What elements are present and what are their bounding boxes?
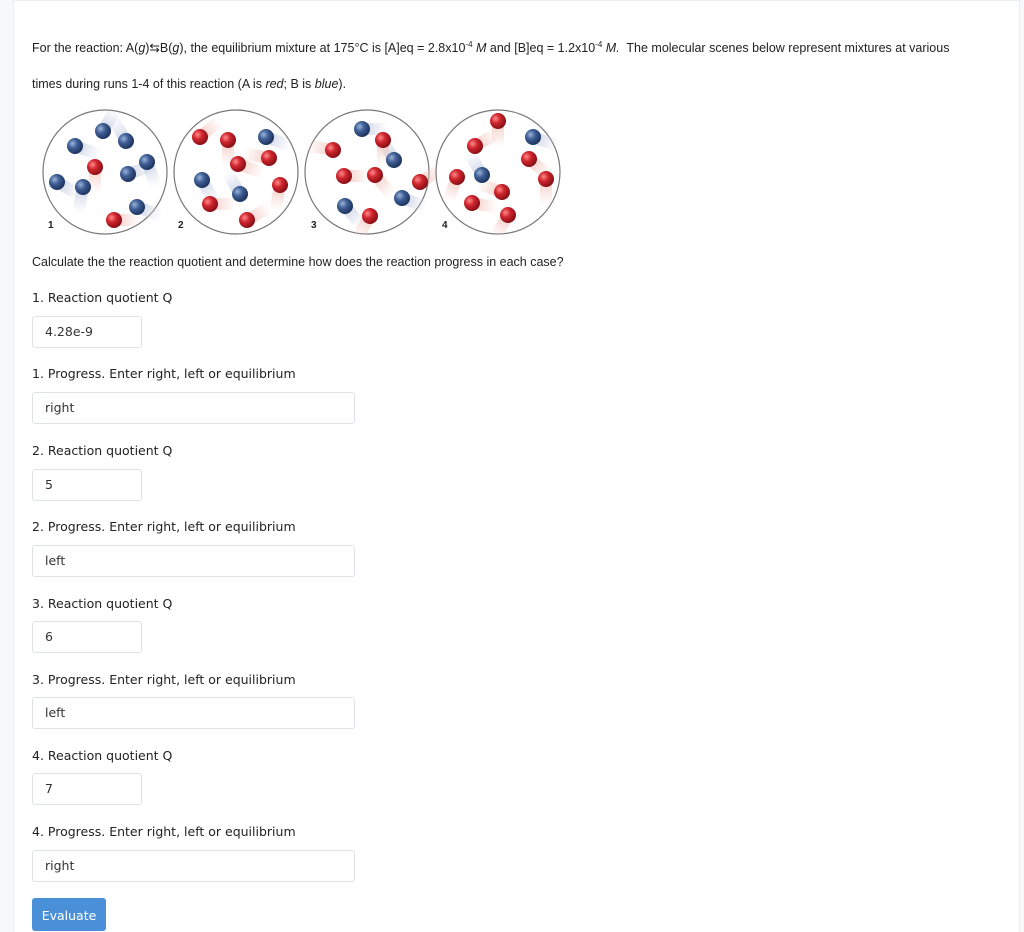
intro-text: times during runs 1-4 of this reaction (… <box>32 77 266 91</box>
quotient-input-2[interactable]: 5 <box>32 469 142 501</box>
molecule-B-blue <box>194 172 210 188</box>
instruction-text: Calculate the the reaction quotient and … <box>32 255 564 269</box>
molecule-A-red <box>192 129 208 145</box>
evaluate-button[interactable]: Evaluate <box>32 898 106 931</box>
molecule-A-red <box>464 195 480 211</box>
molecule-B-blue <box>258 129 274 145</box>
molecule-B-blue <box>525 129 541 145</box>
scene-4: 4 <box>435 109 561 235</box>
exponent: -4 <box>465 40 473 49</box>
quotient-label-4: 4. Reaction quotient Q <box>32 748 173 763</box>
molecule-B-blue <box>95 123 111 139</box>
progress-input-4[interactable]: right <box>32 850 355 882</box>
molecule-B-blue <box>354 121 370 137</box>
molecule-A-red <box>261 150 277 166</box>
scene-label: 4 <box>442 220 448 231</box>
molecule-B-blue <box>75 179 91 195</box>
intro-text: ). <box>338 77 347 91</box>
scene-1: 1 <box>42 105 168 235</box>
molecule-B-blue <box>129 199 145 215</box>
molecule-A-red <box>362 208 378 224</box>
quotient-input-4[interactable]: 7 <box>32 773 142 805</box>
scene-label: 1 <box>48 220 54 231</box>
molecule-B-blue <box>386 152 402 168</box>
equilibrium-arrow: )⇆B( <box>145 41 173 55</box>
molecular-scenes-figure: 1 2 3 4 <box>42 105 561 235</box>
progress-label-2: 2. Progress. Enter right, left or equili… <box>32 519 296 534</box>
progress-label-1: 1. Progress. Enter right, left or equili… <box>32 366 296 381</box>
scene-label: 3 <box>311 220 317 231</box>
molecule-A-red <box>521 151 537 167</box>
molecule-B-blue <box>394 190 410 206</box>
molecule-A-red <box>239 212 255 228</box>
molecule-A-red <box>325 142 341 158</box>
scene-2: 2 <box>173 109 299 235</box>
unit: M <box>472 41 487 55</box>
scene-container-circle <box>173 109 299 235</box>
molecule-A-red <box>467 138 483 154</box>
top-border <box>13 0 1020 1</box>
intro-text: red <box>265 77 284 91</box>
molecule-A-red <box>500 207 516 223</box>
quotient-input-1[interactable]: 4.28e-9 <box>32 316 142 348</box>
molecule-B-blue <box>67 138 83 154</box>
molecule-B-blue <box>232 186 248 202</box>
progress-input-3[interactable]: left <box>32 697 355 729</box>
molecule-B-blue <box>49 174 65 190</box>
molecule-A-red <box>449 169 465 185</box>
molecule-B-blue <box>474 167 490 183</box>
quotient-label-2: 2. Reaction quotient Q <box>32 443 173 458</box>
molecule-A-red <box>202 196 218 212</box>
intro-text: ; B is <box>283 77 315 91</box>
molecule-A-red <box>106 212 122 228</box>
molecule-A-red <box>375 132 391 148</box>
molecule-A-red <box>490 113 506 129</box>
scene-label: 2 <box>178 220 184 231</box>
unit: M. <box>602 41 620 55</box>
progress-input-1[interactable]: right <box>32 392 355 424</box>
question-intro: For the reaction: A(g)⇆B(g), the equilib… <box>32 30 992 102</box>
right-gutter <box>1019 0 1024 932</box>
molecule-B-blue <box>139 154 155 170</box>
molecule-A-red <box>538 171 554 187</box>
molecule-A-red <box>272 177 288 193</box>
quotient-input-3[interactable]: 6 <box>32 621 142 653</box>
intro-text: ), the equilibrium mixture at 175°C is [… <box>179 41 466 55</box>
intro-text: and [B]eq = 1.2x10 <box>486 41 596 55</box>
progress-label-3: 3. Progress. Enter right, left or equili… <box>32 672 296 687</box>
intro-text: The molecular scenes below represent mix… <box>619 41 950 55</box>
molecule-B-blue <box>118 133 134 149</box>
intro-text: blue <box>314 77 339 91</box>
molecule-B-blue <box>120 166 136 182</box>
quotient-label-3: 3. Reaction quotient Q <box>32 596 173 611</box>
scene-3: 3 <box>304 109 446 235</box>
intro-text: For the reaction: A( <box>32 41 139 55</box>
quotient-label-1: 1. Reaction quotient Q <box>32 290 173 305</box>
progress-input-2[interactable]: left <box>32 545 355 577</box>
molecule-A-red <box>220 132 236 148</box>
molecule-A-red <box>494 184 510 200</box>
molecule-A-red <box>412 174 428 190</box>
progress-label-4: 4. Progress. Enter right, left or equili… <box>32 824 296 839</box>
molecule-A-red <box>87 159 103 175</box>
left-gutter <box>0 0 14 932</box>
molecule-B-blue <box>337 198 353 214</box>
intro-line-2: times during runs 1-4 of this reaction (… <box>32 66 992 102</box>
molecule-A-red <box>367 167 383 183</box>
molecule-A-red <box>336 168 352 184</box>
intro-line-1: For the reaction: A(g)⇆B(g), the equilib… <box>32 30 992 66</box>
molecule-A-red <box>230 156 246 172</box>
